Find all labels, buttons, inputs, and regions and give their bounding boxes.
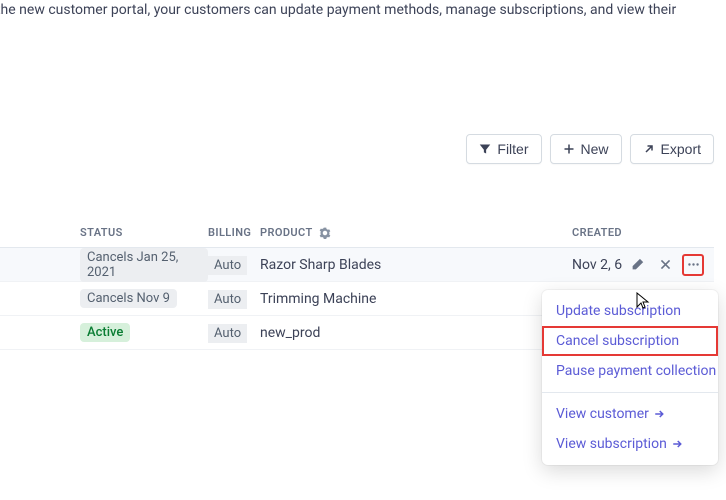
plus-icon	[563, 143, 575, 155]
product-name: Razor Sharp Blades	[260, 257, 381, 273]
row-action-menu: Update subscription Cancel subscription …	[542, 290, 718, 465]
status-badge: Active	[80, 323, 130, 342]
menu-view-subscription[interactable]: View subscription	[542, 429, 718, 459]
billing-badge: Auto	[208, 290, 247, 309]
cancel-row-button[interactable]	[654, 254, 676, 276]
export-button-label: Export	[661, 141, 701, 157]
filter-button-label: Filter	[497, 141, 528, 157]
menu-update-subscription[interactable]: Update subscription	[542, 296, 718, 326]
filter-icon	[479, 143, 491, 155]
table-row[interactable]: Cancels Jan 25, 2021 Auto Razor Sharp Bl…	[0, 248, 714, 282]
header-billing: BILLING	[208, 226, 260, 239]
export-button[interactable]: Export	[630, 134, 714, 164]
billing-badge: Auto	[208, 256, 247, 275]
arrow-right-icon	[653, 408, 665, 420]
status-badge: Cancels Nov 9	[80, 289, 177, 308]
table-header: STATUS BILLING PRODUCT CREATED	[0, 218, 714, 248]
menu-cancel-subscription[interactable]: Cancel subscription	[542, 326, 718, 356]
gear-icon	[319, 227, 331, 239]
pencil-icon	[631, 258, 644, 271]
header-created: CREATED	[572, 226, 714, 239]
status-badge: Cancels Jan 25, 2021	[80, 248, 208, 282]
filter-button[interactable]: Filter	[466, 134, 541, 164]
new-button[interactable]: New	[550, 134, 622, 164]
export-icon	[643, 143, 655, 155]
more-horizontal-icon	[687, 258, 700, 271]
edit-row-button[interactable]	[626, 254, 648, 276]
banner-text: s. With the new customer portal, your cu…	[0, 0, 706, 21]
product-name: new_prod	[260, 325, 320, 341]
row-more-button[interactable]	[682, 254, 704, 276]
product-name: Trimming Machine	[260, 291, 376, 307]
toolbar: Filter New Export	[466, 134, 714, 164]
created-date: Nov 2, 6	[572, 257, 622, 273]
billing-badge: Auto	[208, 324, 247, 343]
header-status: STATUS	[0, 226, 208, 239]
menu-view-customer-label: View customer	[556, 406, 649, 422]
menu-separator	[542, 392, 718, 393]
close-icon	[659, 258, 672, 271]
header-product[interactable]: PRODUCT	[260, 226, 572, 239]
menu-view-customer[interactable]: View customer	[542, 399, 718, 429]
menu-view-subscription-label: View subscription	[556, 436, 667, 452]
header-product-label: PRODUCT	[260, 226, 313, 239]
arrow-right-icon	[671, 438, 683, 450]
new-button-label: New	[581, 141, 609, 157]
menu-pause-payment[interactable]: Pause payment collection	[542, 356, 718, 386]
